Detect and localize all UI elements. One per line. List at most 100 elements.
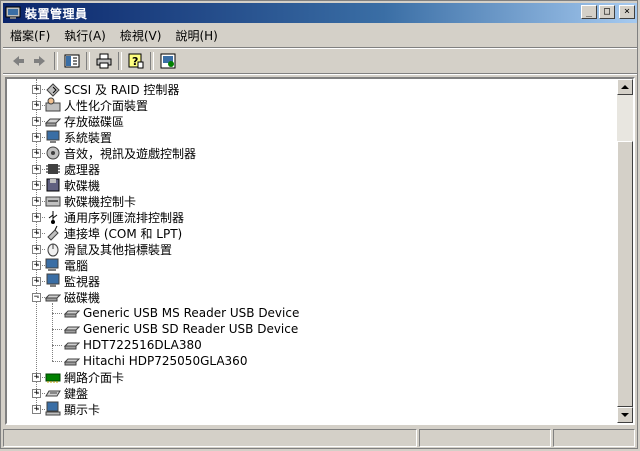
tree-connector bbox=[37, 377, 45, 378]
tree-connector bbox=[37, 201, 45, 202]
tree-node[interactable]: + 通用序列匯流排控制器 bbox=[32, 209, 184, 225]
device-manager-app-icon bbox=[5, 6, 21, 19]
hid-icon bbox=[45, 97, 61, 112]
tree-connector bbox=[37, 105, 45, 106]
toolbar-separator bbox=[118, 52, 122, 70]
tree-connector bbox=[37, 217, 45, 218]
tree-node-label: SCSI 及 RAID 控制器 bbox=[64, 82, 180, 97]
forward-icon bbox=[34, 56, 45, 66]
close-button[interactable]: × bbox=[619, 5, 635, 19]
menu-file[interactable]: 檔案(F) bbox=[3, 27, 57, 45]
toolbar-separator bbox=[150, 52, 154, 70]
tree-child-node[interactable]: HDT722516DLA380 bbox=[52, 337, 202, 353]
tree-connector bbox=[37, 281, 45, 282]
tree-node-label: 電腦 bbox=[64, 258, 89, 273]
tree-connector bbox=[37, 409, 45, 410]
tree-node-label: 滑鼠及其他指標裝置 bbox=[64, 242, 173, 257]
toolbar-divider bbox=[3, 73, 637, 75]
back-icon bbox=[13, 56, 24, 66]
computer-icon bbox=[45, 258, 59, 271]
tree-connector bbox=[37, 185, 45, 186]
tree-node-label: 通用序列匯流排控制器 bbox=[64, 210, 185, 225]
back-button[interactable] bbox=[7, 51, 29, 71]
tree-node[interactable]: + SCSI 及 RAID 控制器 bbox=[32, 81, 179, 97]
system-device-icon bbox=[46, 130, 60, 143]
scroll-up-button[interactable] bbox=[617, 79, 633, 95]
tree-node[interactable]: + 網路介面卡 bbox=[32, 369, 124, 385]
print-button[interactable] bbox=[93, 51, 115, 71]
tree-node[interactable]: + 鍵盤 bbox=[32, 385, 88, 401]
maximize-button[interactable]: □ bbox=[599, 5, 615, 19]
scan-hardware-button[interactable] bbox=[157, 51, 179, 71]
minimize-icon: _ bbox=[585, 6, 593, 17]
tree-node[interactable]: + 音效，視訊及遊戲控制器 bbox=[32, 145, 196, 161]
tree-node[interactable]: + 人性化介面裝置 bbox=[32, 97, 148, 113]
tree-node-label: 處理器 bbox=[64, 162, 101, 177]
tree-node-label: 磁碟機 bbox=[64, 290, 101, 305]
cpu-icon bbox=[46, 164, 60, 174]
tree-child-node[interactable]: Hitachi HDP725050GLA360 bbox=[52, 353, 248, 369]
tree-node[interactable]: + 處理器 bbox=[32, 161, 100, 177]
tree-node[interactable]: + 電腦 bbox=[32, 257, 88, 273]
tree-connector bbox=[37, 297, 45, 298]
properties-panel-icon bbox=[64, 54, 80, 68]
disk-icon bbox=[64, 358, 80, 366]
tree-connector bbox=[37, 169, 45, 170]
vertical-scrollbar[interactable] bbox=[617, 79, 633, 423]
tree-node[interactable]: − 磁碟機 bbox=[32, 289, 100, 305]
forward-button[interactable] bbox=[29, 51, 51, 71]
menu-view[interactable]: 檢視(V) bbox=[113, 27, 169, 45]
disk-icon bbox=[64, 342, 80, 350]
device-tree-panel: + SCSI 及 RAID 控制器 + 人性化介面裝置 + 存放磁碟區 + 系統裝置 + 音效，視… bbox=[5, 77, 635, 425]
tree-node[interactable]: + 軟碟機 bbox=[32, 177, 100, 193]
tree-node-label: 軟碟機控制卡 bbox=[64, 194, 137, 209]
scan-hardware-icon bbox=[160, 53, 176, 69]
help-icon: ? bbox=[128, 53, 144, 69]
tree-connector bbox=[37, 89, 45, 90]
scroll-down-button[interactable] bbox=[617, 407, 633, 423]
tree-node[interactable]: + 滑鼠及其他指標裝置 bbox=[32, 241, 172, 257]
scroll-down-arrow-icon bbox=[621, 413, 629, 417]
tree-connector bbox=[37, 265, 45, 266]
tree-node-label: 網路介面卡 bbox=[64, 370, 125, 385]
window-title: 裝置管理員 bbox=[25, 6, 88, 21]
minimize-button[interactable]: _ bbox=[581, 5, 597, 19]
tree-connector bbox=[52, 329, 62, 330]
device-tree[interactable]: + SCSI 及 RAID 控制器 + 人性化介面裝置 + 存放磁碟區 + 系統裝置 + 音效，視… bbox=[7, 79, 619, 423]
tree-node[interactable]: + 顯示卡 bbox=[32, 401, 100, 417]
tree-connector bbox=[37, 137, 45, 138]
print-icon bbox=[96, 53, 112, 69]
title-bar[interactable]: 裝置管理員 _ □ × bbox=[3, 3, 637, 23]
tree-node[interactable]: + 系統裝置 bbox=[32, 129, 112, 145]
keyboard-icon bbox=[45, 390, 61, 397]
tree-connector bbox=[37, 153, 45, 154]
tree-child-node[interactable]: Generic USB SD Reader USB Device bbox=[52, 321, 298, 337]
properties-panel-button[interactable] bbox=[61, 51, 83, 71]
tree-connector bbox=[37, 121, 45, 122]
status-pane-main bbox=[3, 429, 417, 447]
tree-node[interactable]: + 存放磁碟區 bbox=[32, 113, 124, 129]
display-adapter-icon bbox=[45, 401, 61, 416]
tree-connector bbox=[52, 345, 62, 346]
scrollbar-thumb[interactable] bbox=[617, 141, 633, 407]
disk-drive-icon bbox=[45, 294, 61, 302]
tree-node[interactable]: + 軟碟機控制卡 bbox=[32, 193, 136, 209]
monitor-icon bbox=[46, 273, 60, 287]
tree-child-label: HDT722516DLA380 bbox=[83, 338, 202, 352]
tree-node-label: 音效，視訊及遊戲控制器 bbox=[64, 146, 197, 161]
floppy-controller-icon bbox=[45, 196, 61, 207]
help-button[interactable]: ? bbox=[125, 51, 147, 71]
menu-action[interactable]: 執行(A) bbox=[57, 27, 113, 45]
tree-child-label: Hitachi HDP725050GLA360 bbox=[83, 354, 248, 368]
tree-child-line bbox=[52, 303, 53, 361]
tree-node[interactable]: + 監視器 bbox=[32, 273, 100, 289]
tree-node-label: 存放磁碟區 bbox=[64, 114, 125, 129]
tree-child-node[interactable]: Generic USB MS Reader USB Device bbox=[52, 305, 300, 321]
menu-help[interactable]: 說明(H) bbox=[168, 27, 224, 45]
tree-node[interactable]: + 連接埠 (COM 和 LPT) bbox=[32, 225, 182, 241]
tree-child-label: Generic USB MS Reader USB Device bbox=[83, 306, 300, 320]
tree-connector bbox=[37, 393, 45, 394]
tree-node-label: 鍵盤 bbox=[64, 386, 89, 401]
tree-node-label: 系統裝置 bbox=[64, 130, 113, 145]
tree-connector bbox=[52, 361, 62, 362]
